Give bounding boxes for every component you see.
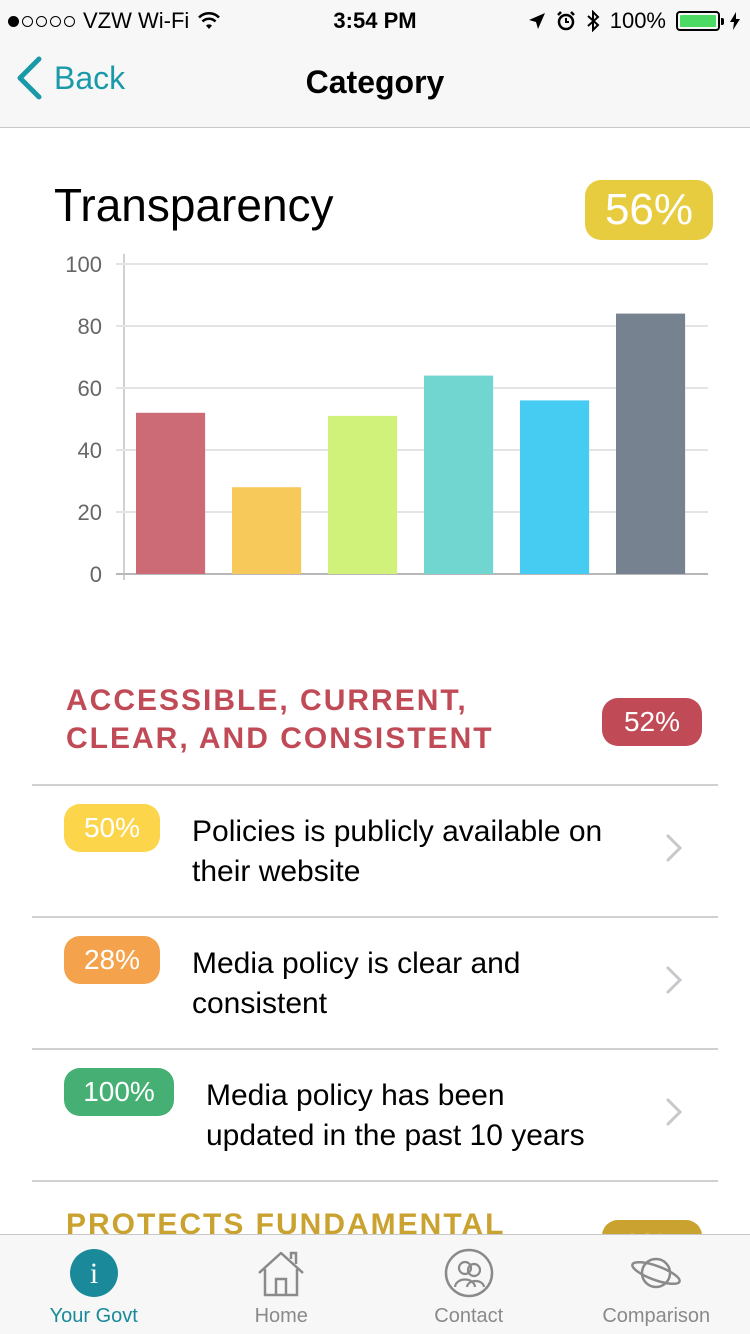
section-title: ACCESSIBLE, CURRENT, CLEAR, AND CONSISTE… [66,682,494,758]
tab-home[interactable]: Home [188,1235,376,1334]
item-text: Policies is publicly available on their … [192,812,632,892]
navigation-bar: Back Category [0,40,750,128]
y-tick-label: 60 [78,376,102,401]
tab-label: Your Govt [49,1305,138,1327]
item-text-line-1: Policies is publicly available on [192,815,603,848]
list-item-media-policy-updated[interactable]: 100% Media policy has been updated in th… [32,1050,718,1180]
item-text: Media policy is clear and consistent [192,944,632,1024]
bluetooth-icon [587,10,600,32]
location-arrow-icon [528,13,545,29]
svg-text:i: i [90,1257,98,1290]
section-score-badge: 60% [602,1220,702,1234]
y-tick-label: 20 [78,500,102,525]
item-text-line-2: consistent [192,987,328,1020]
tab-label: Comparison [602,1305,711,1327]
list-item-policies-available[interactable]: 50% Policies is publicly available on th… [32,786,718,916]
nav-title: Category [305,64,445,100]
category-score-badge: 56% [585,180,713,240]
chart-bar [328,415,398,574]
status-bar: VZW Wi-Fi 3:54 PM 100% [0,0,750,40]
y-tick-label: 100 [65,252,102,277]
y-tick-label: 40 [78,438,102,463]
item-text-line-1: Media policy has been [206,1079,505,1112]
item-score-badge: 28% [64,936,160,984]
status-right: 100% [528,8,740,34]
main-content[interactable]: Transparency 56% 0 20 40 60 80 100 ACCESSIBLE… [0,128,750,1234]
section-title-line-2: CLEAR, AND CONSISTENT [66,722,494,755]
chevron-right-icon [666,834,682,862]
battery-percent: 100% [609,8,666,33]
list-item-media-policy-clear[interactable]: 28% Media policy is clear and consistent [32,918,718,1048]
home-icon [258,1251,305,1297]
item-score-badge: 50% [64,804,160,852]
planet-icon [631,1257,682,1289]
item-text: Media policy has been updated in the pas… [206,1076,646,1156]
section-title: PROTECTS FUNDAMENTAL [66,1206,505,1234]
battery-icon [676,11,724,31]
tab-contact[interactable]: Contact [375,1235,563,1334]
section-score-badge: 52% [602,698,702,746]
tab-label: Contact [434,1305,504,1327]
contact-icon [444,1248,493,1298]
y-tick-label: 0 [90,562,102,586]
info-icon: i [69,1249,118,1297]
chart-bar [424,375,494,574]
item-text-line-2: their website [192,855,361,888]
chart-bar [136,412,206,574]
chevron-right-icon [666,966,682,994]
divider [32,1180,718,1182]
item-text-line-1: Media policy is clear and [192,947,521,980]
tab-your-govt[interactable]: i Your Govt [0,1235,188,1334]
y-tick-label: 80 [78,314,102,339]
chart-bar [520,400,590,574]
section-title-line-1: PROTECTS FUNDAMENTAL [66,1208,506,1234]
chart-bar [616,313,686,574]
item-score-badge: 100% [64,1068,174,1116]
item-text-line-2: updated in the past 10 years [206,1119,585,1152]
chart-bar [232,487,302,574]
category-bar-chart: 0 20 40 60 80 100 [65,252,708,586]
tab-label: Home [254,1305,308,1327]
alarm-icon [556,11,575,31]
tab-comparison[interactable]: Comparison [563,1235,750,1334]
chevron-right-icon [666,1098,682,1126]
charging-bolt-icon [730,12,740,30]
section-title-line-1: ACCESSIBLE, CURRENT, [66,684,468,717]
category-title: Transparency [54,179,334,231]
tab-bar: i Your Govt Home Contact Comparison [0,1234,750,1334]
